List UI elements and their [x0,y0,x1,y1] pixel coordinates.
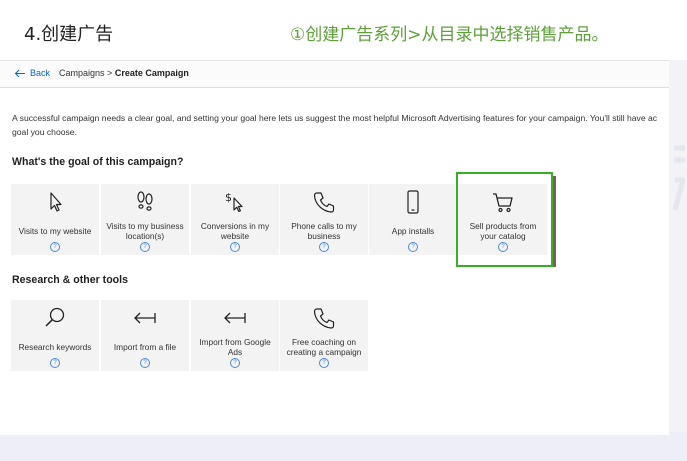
breadcrumb: Campaigns > Create Campaign [59,68,189,78]
help-icon[interactable]: ? [319,242,329,252]
goal-label: Visits to my website [18,226,92,236]
goal-tile-conversions[interactable]: $ Conversions in my website ? [191,184,279,255]
help-icon[interactable]: ? [140,358,150,368]
goal-tile-phone-calls[interactable]: Phone calls to my business ? [280,184,368,255]
breadcrumb-separator: > [107,68,113,78]
help-icon[interactable]: ? [230,242,240,252]
mobile-icon [407,190,419,214]
slide-title: 4.创建广告 [24,24,114,45]
tool-label: Research keywords [18,342,92,352]
goal-label: Phone calls to my business [291,221,357,241]
tools-heading: Research & other tools [12,274,128,286]
breadcrumb-current: Create Campaign [114,68,189,78]
footprints-icon [137,191,153,211]
goal-heading: What's the goal of this campaign? [12,156,184,168]
tool-tile-import-google-ads[interactable]: Import from Google Ads ? [191,300,279,371]
back-arrow-icon [14,69,25,77]
search-icon [45,307,65,327]
phone-icon [313,308,335,329]
help-icon[interactable]: ? [408,242,418,252]
help-icon[interactable]: ? [50,358,60,368]
import-arrow-icon [224,312,246,324]
tool-tile-import-file[interactable]: Import from a file ? [101,300,189,371]
back-label: Back [30,68,51,78]
dollar-cursor-icon: $ [225,191,243,213]
decoration-icon [672,145,686,211]
help-icon[interactable]: ? [50,242,60,252]
goal-tile-location-visits[interactable]: Visits to my business location(s) ? [101,184,189,255]
goal-label: Conversions in my website [200,221,270,241]
goal-label: App installs [391,226,435,236]
help-icon[interactable]: ? [140,242,150,252]
svg-text:$: $ [225,191,232,204]
top-navigation-bar: Back Campaigns > Create Campaign [0,61,669,88]
cursor-icon [50,192,62,212]
help-icon[interactable]: ? [319,358,329,368]
slide-instruction-note: ①创建广告系列>从目录中选择销售产品。 [290,25,609,45]
tool-label: Import from a file [113,342,177,352]
import-arrow-icon [134,312,156,324]
highlight-box [456,172,553,267]
tool-tile-free-coaching[interactable]: Free coaching on creating a campaign ? [280,300,368,371]
goal-label: Visits to my business location(s) [106,221,184,241]
phone-icon [313,192,335,213]
tool-label: Free coaching on creating a campaign [286,337,362,357]
background-bottom-band [0,432,687,461]
back-link[interactable]: Back [14,68,50,78]
breadcrumb-campaigns[interactable]: Campaigns [59,68,105,78]
help-icon[interactable]: ? [230,358,240,368]
campaign-description: A successful campaign needs a clear goal… [12,113,658,137]
tool-label: Import from Google Ads [199,337,271,357]
highlight-shadow [553,176,556,267]
goal-tile-website-visits[interactable]: Visits to my website ? [11,184,99,255]
tool-tile-research-keywords[interactable]: Research keywords ? [11,300,99,371]
goal-tile-app-installs[interactable]: App installs ? [369,184,457,255]
